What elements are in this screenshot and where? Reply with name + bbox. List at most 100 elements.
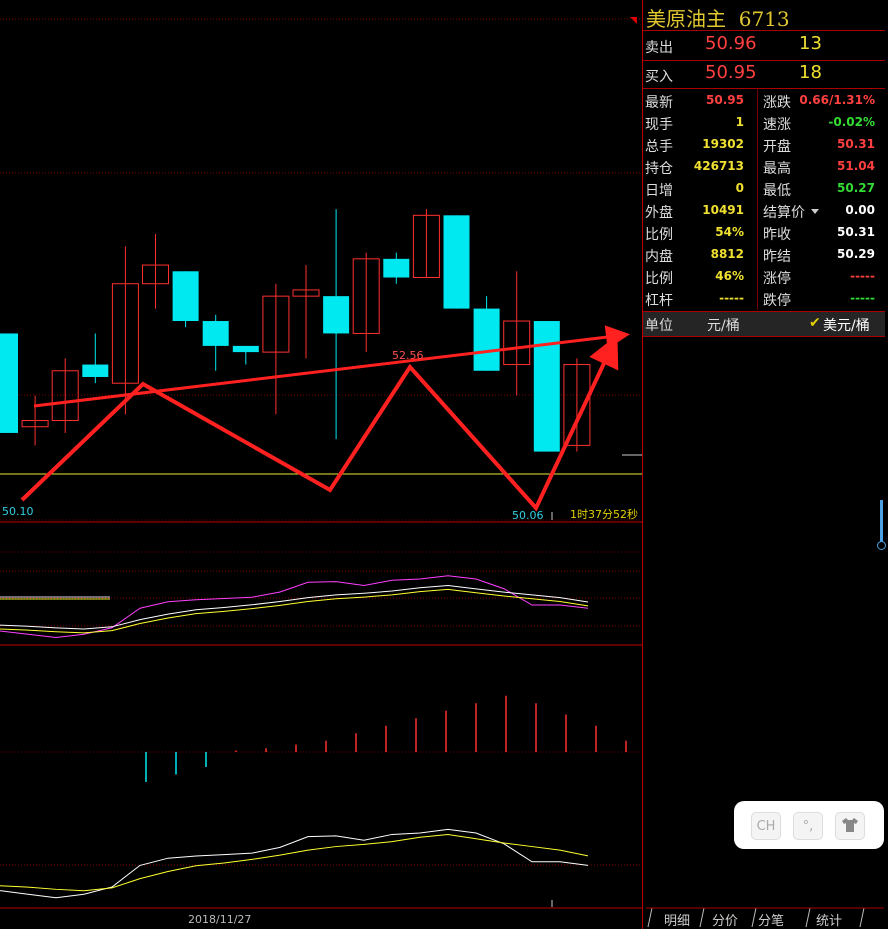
stat-label: 内盘 (645, 249, 673, 265)
bottom-tabs: 明细 分价 分笔 统计 (646, 907, 884, 929)
tab-detail[interactable]: 明细 (664, 910, 690, 929)
candle-body (232, 345, 259, 353)
stat-label: 外盘 (645, 205, 673, 221)
stats-row: 持仓 426713 最高 51.04 (643, 156, 885, 178)
stats-row: 最新 50.95 涨跌 0.66/1.31% (643, 90, 885, 112)
stat-label: 现手 (645, 117, 673, 133)
stat-label: 杠杆 (645, 293, 673, 309)
low-price-label: 50.06 (512, 509, 544, 522)
low-price-label: 50.10 (2, 505, 34, 518)
candle-body (82, 364, 109, 377)
stat-value: ----- (850, 291, 875, 305)
stat-label: 持仓 (645, 161, 673, 177)
stat-label: 日增 (645, 183, 673, 199)
stat-value: 19302 (702, 137, 744, 151)
stat-label: 涨停 (763, 271, 791, 287)
unit-row[interactable]: 单位 元/桶 ✔ 美元/桶 (643, 311, 885, 337)
stat-label: 跌停 (763, 293, 791, 309)
bid-volume: 18 (799, 62, 822, 83)
stat-value: 46% (715, 269, 744, 283)
instrument-title: 美原油主 6713 (646, 3, 790, 32)
candle-body (323, 296, 350, 334)
stat-label: 最新 (645, 95, 673, 111)
stat-value: 50.31 (837, 137, 875, 151)
stat-value: 50.29 (837, 247, 875, 261)
stat-value: 50.27 (837, 181, 875, 195)
tab-statistics[interactable]: 统计 (816, 910, 842, 929)
candle-body (0, 333, 18, 433)
unit-option-usd[interactable]: 美元/桶 (823, 315, 870, 335)
stat-value: 0.66/1.31% (799, 93, 875, 107)
stats-row: 比例 54% 昨收 50.31 (643, 222, 885, 244)
ask-volume: 13 (799, 33, 822, 54)
candle-body (443, 215, 470, 309)
stat-label: 最高 (763, 161, 791, 177)
candle-body (533, 321, 560, 452)
stats-row: 比例 46% 涨停 ----- (643, 266, 885, 288)
stats-row: 总手 19302 开盘 50.31 (643, 134, 885, 156)
stats-row: 内盘 8812 昨结 50.29 (643, 244, 885, 266)
stat-value: 426713 (693, 159, 744, 173)
unit-option-yuan[interactable]: 元/桶 (707, 315, 740, 335)
bid-row[interactable]: 买入 50.95 18 (643, 60, 885, 89)
stats-row: 杠杆 ----- 跌停 ----- (643, 288, 885, 310)
stat-value: -0.02% (828, 115, 875, 129)
macd-dea-line (0, 833, 589, 892)
bid-price: 50.95 (705, 62, 757, 83)
stat-value: ----- (719, 291, 744, 305)
stat-label: 开盘 (763, 139, 791, 155)
instrument-name: 美原油主 (646, 7, 726, 31)
high-price-label: 52.56 (392, 349, 424, 362)
stat-value: 50.95 (706, 93, 744, 107)
quote-panel: 美原油主 6713 卖出 50.96 13 买入 50.95 18 最新 50.9… (642, 0, 888, 929)
check-icon: ✔ (809, 315, 821, 331)
floating-toolbar: CH °, (734, 801, 884, 849)
stat-label: 最低 (763, 183, 791, 199)
kline-chart-area[interactable]: 52.56 50.10 50.06 1时37分52秒 2018/11/27 (0, 0, 642, 929)
stat-label: 比例 (645, 271, 673, 287)
stat-label: 昨收 (763, 227, 791, 243)
scrollbar-handle[interactable] (877, 541, 886, 550)
macd-dif-line (0, 828, 589, 899)
shirt-icon[interactable] (835, 812, 865, 840)
countdown-label: 1时37分52秒 (570, 507, 638, 521)
dropdown-arrow-icon[interactable] (811, 209, 819, 214)
stat-value: 50.31 (837, 225, 875, 239)
stat-value: 0.00 (845, 203, 875, 217)
divider (643, 88, 885, 89)
ch-input-button[interactable]: CH (751, 812, 781, 840)
stat-label: 结算价 (763, 205, 805, 221)
candle-body (473, 308, 500, 371)
candle-body (202, 321, 229, 346)
candle-body (383, 258, 410, 278)
stat-value: 0 (735, 181, 744, 195)
instrument-code: 6713 (738, 7, 790, 31)
stat-value: 8812 (710, 247, 744, 261)
kline-chart-svg[interactable]: 52.56 50.10 50.06 1时37分52秒 2018/11/27 (0, 0, 642, 929)
bid-label: 买入 (645, 69, 673, 85)
ma-line-white (0, 585, 589, 630)
ask-row[interactable]: 卖出 50.96 13 (643, 31, 885, 60)
stat-label: 昨结 (763, 249, 791, 265)
ask-label: 卖出 (645, 40, 673, 56)
stat-label: 总手 (645, 139, 673, 155)
stat-label: 涨跌 (763, 95, 791, 111)
tab-price-distribution[interactable]: 分价 (712, 910, 738, 929)
candle-body (172, 271, 199, 322)
punctuation-button[interactable]: °, (793, 812, 823, 840)
unit-label: 单位 (645, 318, 673, 334)
stat-label: 比例 (645, 227, 673, 243)
stat-value: ----- (850, 269, 875, 283)
corner-marker-icon (630, 17, 637, 24)
tab-tick[interactable]: 分笔 (758, 910, 784, 929)
stats-row: 现手 1 速涨 -0.02% (643, 112, 885, 134)
stat-value: 51.04 (837, 159, 875, 173)
date-label: 2018/11/27 (188, 913, 251, 926)
stats-row: 日增 0 最低 50.27 (643, 178, 885, 200)
zigzag-wave-arrow (20, 334, 619, 512)
stat-label: 速涨 (763, 117, 791, 133)
stat-value: 1 (735, 115, 744, 129)
ask-price: 50.96 (705, 33, 757, 54)
stats-row: 外盘 10491 结算价 0.00 (643, 200, 885, 222)
stat-value: 54% (715, 225, 744, 239)
